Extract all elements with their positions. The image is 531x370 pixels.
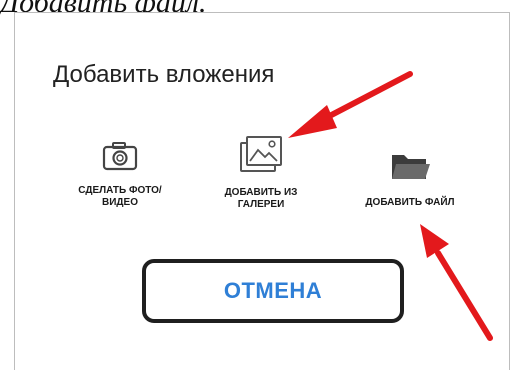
add-from-gallery-label: ДОБАВИТЬ ИЗ ГАЛЕРЕИ (224, 187, 298, 210)
folder-icon (392, 155, 430, 179)
gallery-icon (240, 136, 282, 172)
add-from-gallery-option[interactable]: ДОБАВИТЬ ИЗ ГАЛЕРЕИ (201, 135, 321, 211)
attach-dialog: Добавить вложения СДЕЛАТЬ ФОТО/ ВИДЕО ДО… (14, 12, 510, 370)
camera-icon (102, 142, 138, 171)
add-file-label: ДОБАВИТЬ ФАЙЛ (365, 197, 455, 208)
cancel-button[interactable]: ОТМЕНА (142, 259, 404, 323)
take-photo-video-label: СДЕЛАТЬ ФОТО/ ВИДЕО (78, 185, 162, 208)
take-photo-video-option[interactable]: СДЕЛАТЬ ФОТО/ ВИДЕО (65, 141, 175, 209)
add-file-option[interactable]: ДОБАВИТЬ ФАЙЛ (355, 151, 465, 209)
dialog-title: Добавить вложения (53, 61, 275, 88)
